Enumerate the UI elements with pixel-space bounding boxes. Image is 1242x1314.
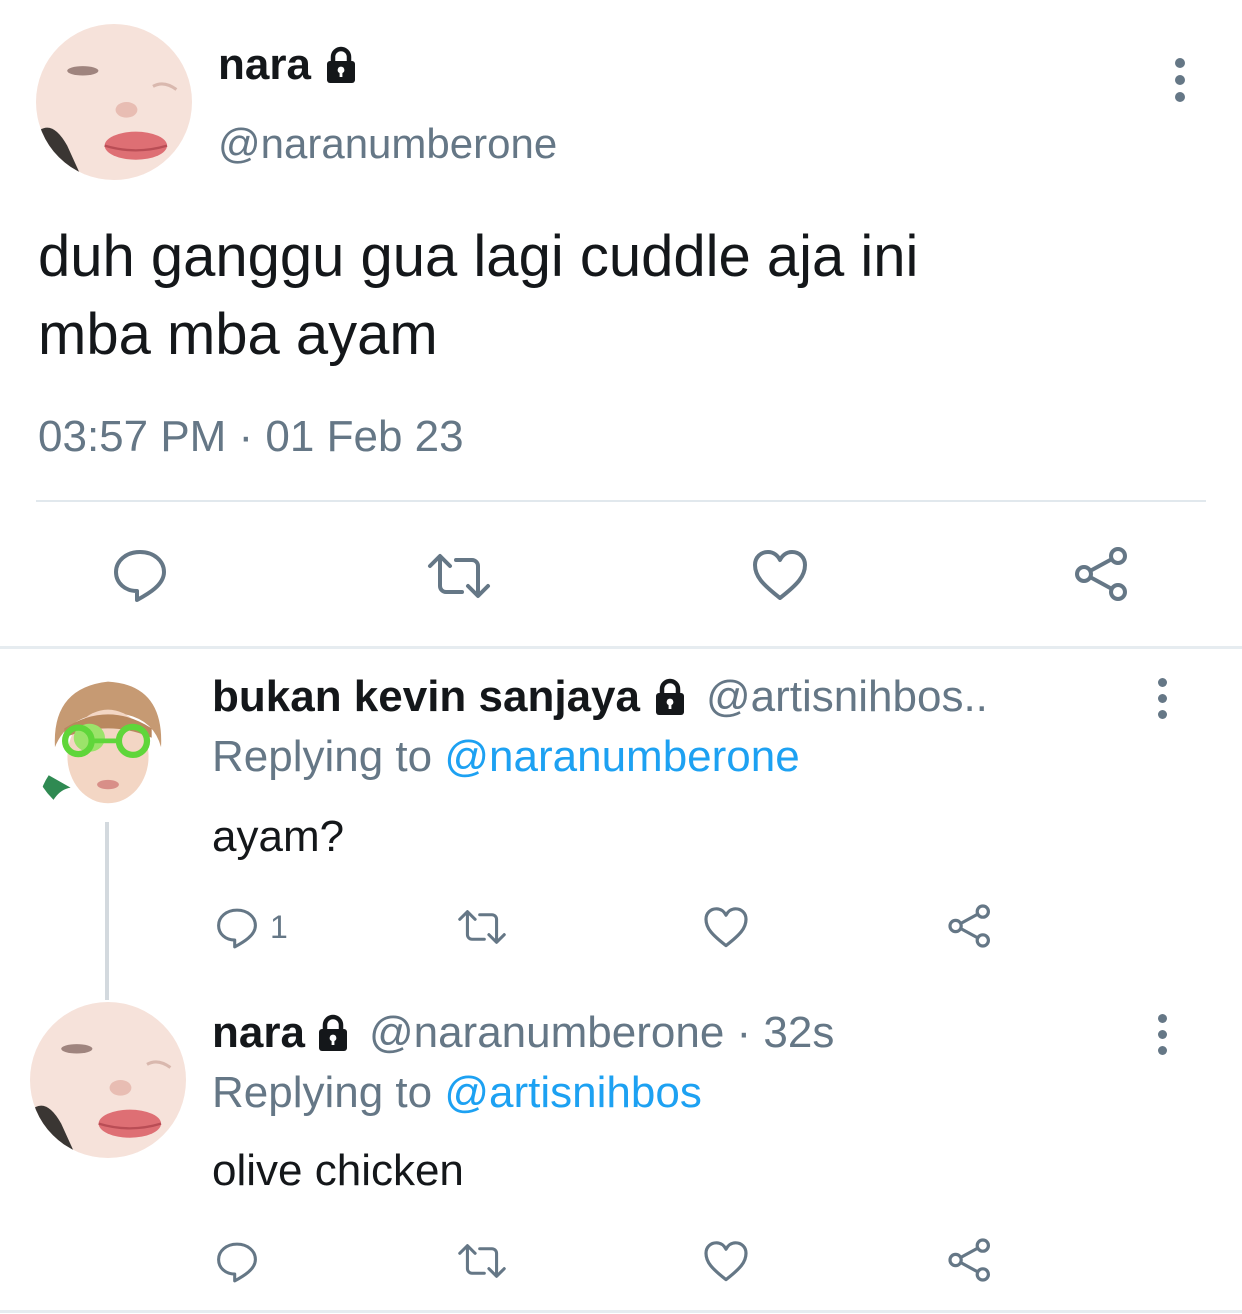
more-options-icon[interactable] (1170, 58, 1190, 102)
heart-icon (702, 1238, 750, 1286)
thread-connector (105, 822, 109, 1000)
heart-icon (702, 904, 750, 952)
comment-icon (214, 904, 260, 950)
comment-icon (214, 1238, 260, 1284)
retweet-icon (454, 1238, 510, 1284)
section-divider (0, 646, 1242, 649)
reply-avatar-nara[interactable] (30, 1002, 186, 1158)
divider (36, 500, 1206, 502)
main-author-name-text: nara (218, 40, 311, 89)
main-tweet-text: duh ganggu gua lagi cuddle aja ini mba m… (38, 224, 919, 367)
reply-2-author-handle[interactable]: @naranumberone · 32s (369, 1008, 834, 1058)
main-tweet-timestamp: 03:57 PM · 01 Feb 23 (38, 412, 464, 461)
more-options-icon[interactable] (1152, 678, 1172, 719)
replying-label: Replying to (212, 732, 433, 781)
retweet-button[interactable] (424, 546, 494, 606)
main-author-name[interactable]: nara (218, 40, 361, 90)
reply-2-author-name[interactable]: nara (212, 1008, 305, 1058)
reply-1-share-button[interactable] (946, 902, 994, 950)
comment-icon (110, 544, 170, 604)
reply-2-like-button[interactable] (702, 1238, 750, 1286)
share-icon (946, 1236, 994, 1284)
reply-1-author-handle[interactable]: @artisnihbos.. (706, 672, 988, 722)
reply-1-replying-to: Replying to @naranumberone (212, 732, 800, 782)
reply-1-author-name[interactable]: bukan kevin sanjaya (212, 672, 640, 722)
share-icon (1072, 544, 1132, 604)
reply-button[interactable] (110, 544, 170, 604)
main-avatar[interactable] (36, 24, 192, 180)
reply-1-header: bukan kevin sanjaya @artisnihbos.. (212, 672, 1132, 722)
reply-2-mention-link[interactable]: @artisnihbos (444, 1068, 701, 1117)
reply-avatar-kevin[interactable] (30, 666, 186, 822)
reply-1-like-button[interactable] (702, 904, 750, 952)
more-options-icon[interactable] (1152, 1014, 1172, 1055)
reply-2-text: olive chicken (212, 1146, 464, 1195)
reply-1-reply-count: 1 (270, 908, 288, 945)
reply-1-mention-link[interactable]: @naranumberone (444, 732, 799, 781)
lock-icon (650, 677, 690, 717)
lock-icon (313, 1013, 353, 1053)
reply-2-retweet-button[interactable] (454, 1238, 510, 1284)
reply-2-share-button[interactable] (946, 1236, 994, 1284)
retweet-icon (424, 546, 494, 606)
replying-label: Replying to (212, 1068, 433, 1117)
reply-2-reply-button[interactable] (214, 1238, 260, 1284)
reply-2-replying-to: Replying to @artisnihbos (212, 1068, 702, 1118)
heart-icon (750, 546, 810, 606)
reply-2-header: nara @naranumberone · 32s (212, 1008, 834, 1058)
bottom-divider (0, 1310, 1242, 1313)
reply-1-reply-button[interactable]: 1 (214, 904, 288, 950)
retweet-icon (454, 904, 510, 950)
lock-icon (321, 45, 361, 85)
reply-1-retweet-button[interactable] (454, 904, 510, 950)
reply-1-text: ayam? (212, 812, 345, 861)
share-button[interactable] (1072, 544, 1132, 604)
like-button[interactable] (750, 546, 810, 606)
main-author-handle[interactable]: @naranumberone (218, 120, 557, 168)
share-icon (946, 902, 994, 950)
